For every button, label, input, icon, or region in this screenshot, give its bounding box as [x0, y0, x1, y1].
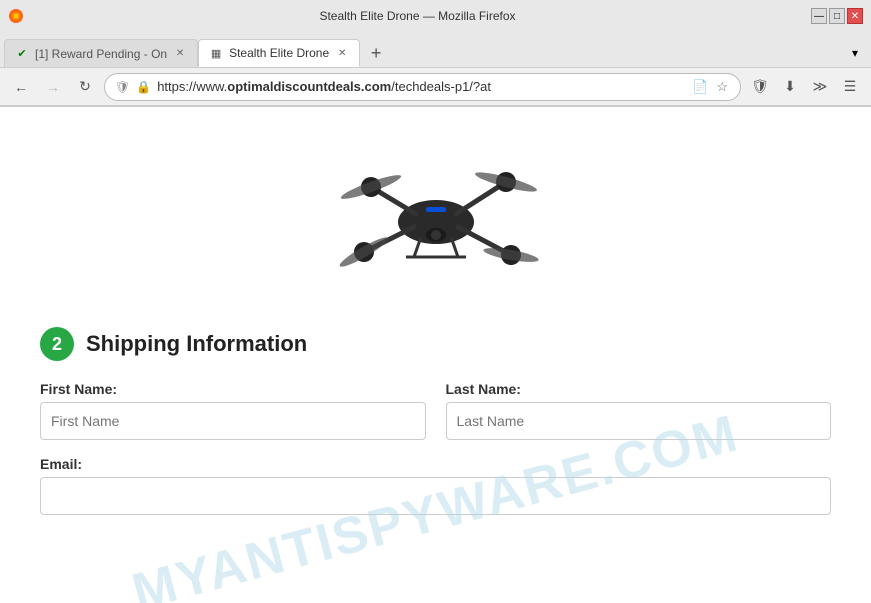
title-bar-title: Stealth Elite Drone — Mozilla Firefox	[24, 9, 811, 23]
last-name-input[interactable]	[446, 402, 832, 440]
tab-drone-close[interactable]: ✕	[335, 46, 349, 60]
email-label: Email:	[40, 456, 831, 472]
drone-image	[296, 127, 576, 307]
forward-button[interactable]: →	[40, 74, 66, 100]
form-group-first-name: First Name:	[40, 381, 426, 440]
address-bar: ← → ↻ 🛡 🔒 https://www.optimaldiscountdea…	[0, 68, 871, 106]
email-input[interactable]	[40, 477, 831, 515]
section-header: 2 Shipping Information	[40, 327, 831, 361]
section-title: Shipping Information	[86, 331, 307, 357]
new-tab-button[interactable]: +	[362, 39, 390, 67]
address-text: https://www.optimaldiscountdeals.com/tec…	[157, 79, 684, 94]
lock-icon: 🔒	[136, 80, 151, 94]
first-name-label: First Name:	[40, 381, 426, 397]
tab-bar: ✔ [1] Reward Pending - On ✕ ▦ Stealth El…	[0, 32, 871, 68]
address-right-icons: 📄 ☆	[690, 77, 730, 97]
address-input-container[interactable]: 🛡 🔒 https://www.optimaldiscountdeals.com…	[104, 73, 741, 101]
browser-chrome: Stealth Elite Drone — Mozilla Firefox — …	[0, 0, 871, 107]
tab-reward-favicon: ✔	[15, 47, 29, 61]
page-content: MYANTISPYWARE.COM	[0, 107, 871, 603]
form-group-last-name: Last Name:	[446, 381, 832, 440]
address-domain: optimaldiscountdeals.com	[227, 79, 391, 94]
hamburger-menu-icon[interactable]: ☰	[837, 74, 863, 100]
tab-drone[interactable]: ▦ Stealth Elite Drone ✕	[198, 39, 360, 67]
shield-icon: 🛡	[115, 80, 130, 94]
download-icon[interactable]: ⬇	[777, 74, 803, 100]
reader-mode-icon[interactable]: 📄	[690, 77, 710, 97]
reload-button[interactable]: ↻	[72, 74, 98, 100]
form-row-name: First Name: Last Name:	[40, 381, 831, 440]
last-name-label: Last Name:	[446, 381, 832, 397]
bookmark-icon[interactable]: ☆	[714, 77, 730, 97]
window-controls: — □ ✕	[811, 8, 863, 24]
tab-reward-label: [1] Reward Pending - On	[35, 47, 167, 61]
step-badge: 2	[40, 327, 74, 361]
toolbar-right: 🛡 ⬇ ≫ ☰	[747, 74, 863, 100]
form-group-email: Email:	[40, 456, 831, 515]
container-icon[interactable]: 🛡	[747, 74, 773, 100]
form-row-email: Email:	[40, 456, 831, 515]
tab-drone-label: Stealth Elite Drone	[229, 46, 329, 60]
first-name-input[interactable]	[40, 402, 426, 440]
shipping-section: 2 Shipping Information First Name: Last …	[0, 317, 871, 551]
tab-reward-close[interactable]: ✕	[173, 47, 187, 61]
title-bar: Stealth Elite Drone — Mozilla Firefox — …	[0, 0, 871, 32]
close-button[interactable]: ✕	[847, 8, 863, 24]
firefox-icon	[8, 8, 24, 24]
tab-drone-favicon: ▦	[209, 46, 223, 60]
tab-reward[interactable]: ✔ [1] Reward Pending - On ✕	[4, 39, 198, 67]
maximize-button[interactable]: □	[829, 8, 845, 24]
title-bar-left	[8, 8, 24, 24]
extensions-icon[interactable]: ≫	[807, 74, 833, 100]
drone-image-area	[0, 107, 871, 317]
tab-dropdown-button[interactable]: ▾	[843, 39, 867, 67]
back-button[interactable]: ←	[8, 74, 34, 100]
minimize-button[interactable]: —	[811, 8, 827, 24]
